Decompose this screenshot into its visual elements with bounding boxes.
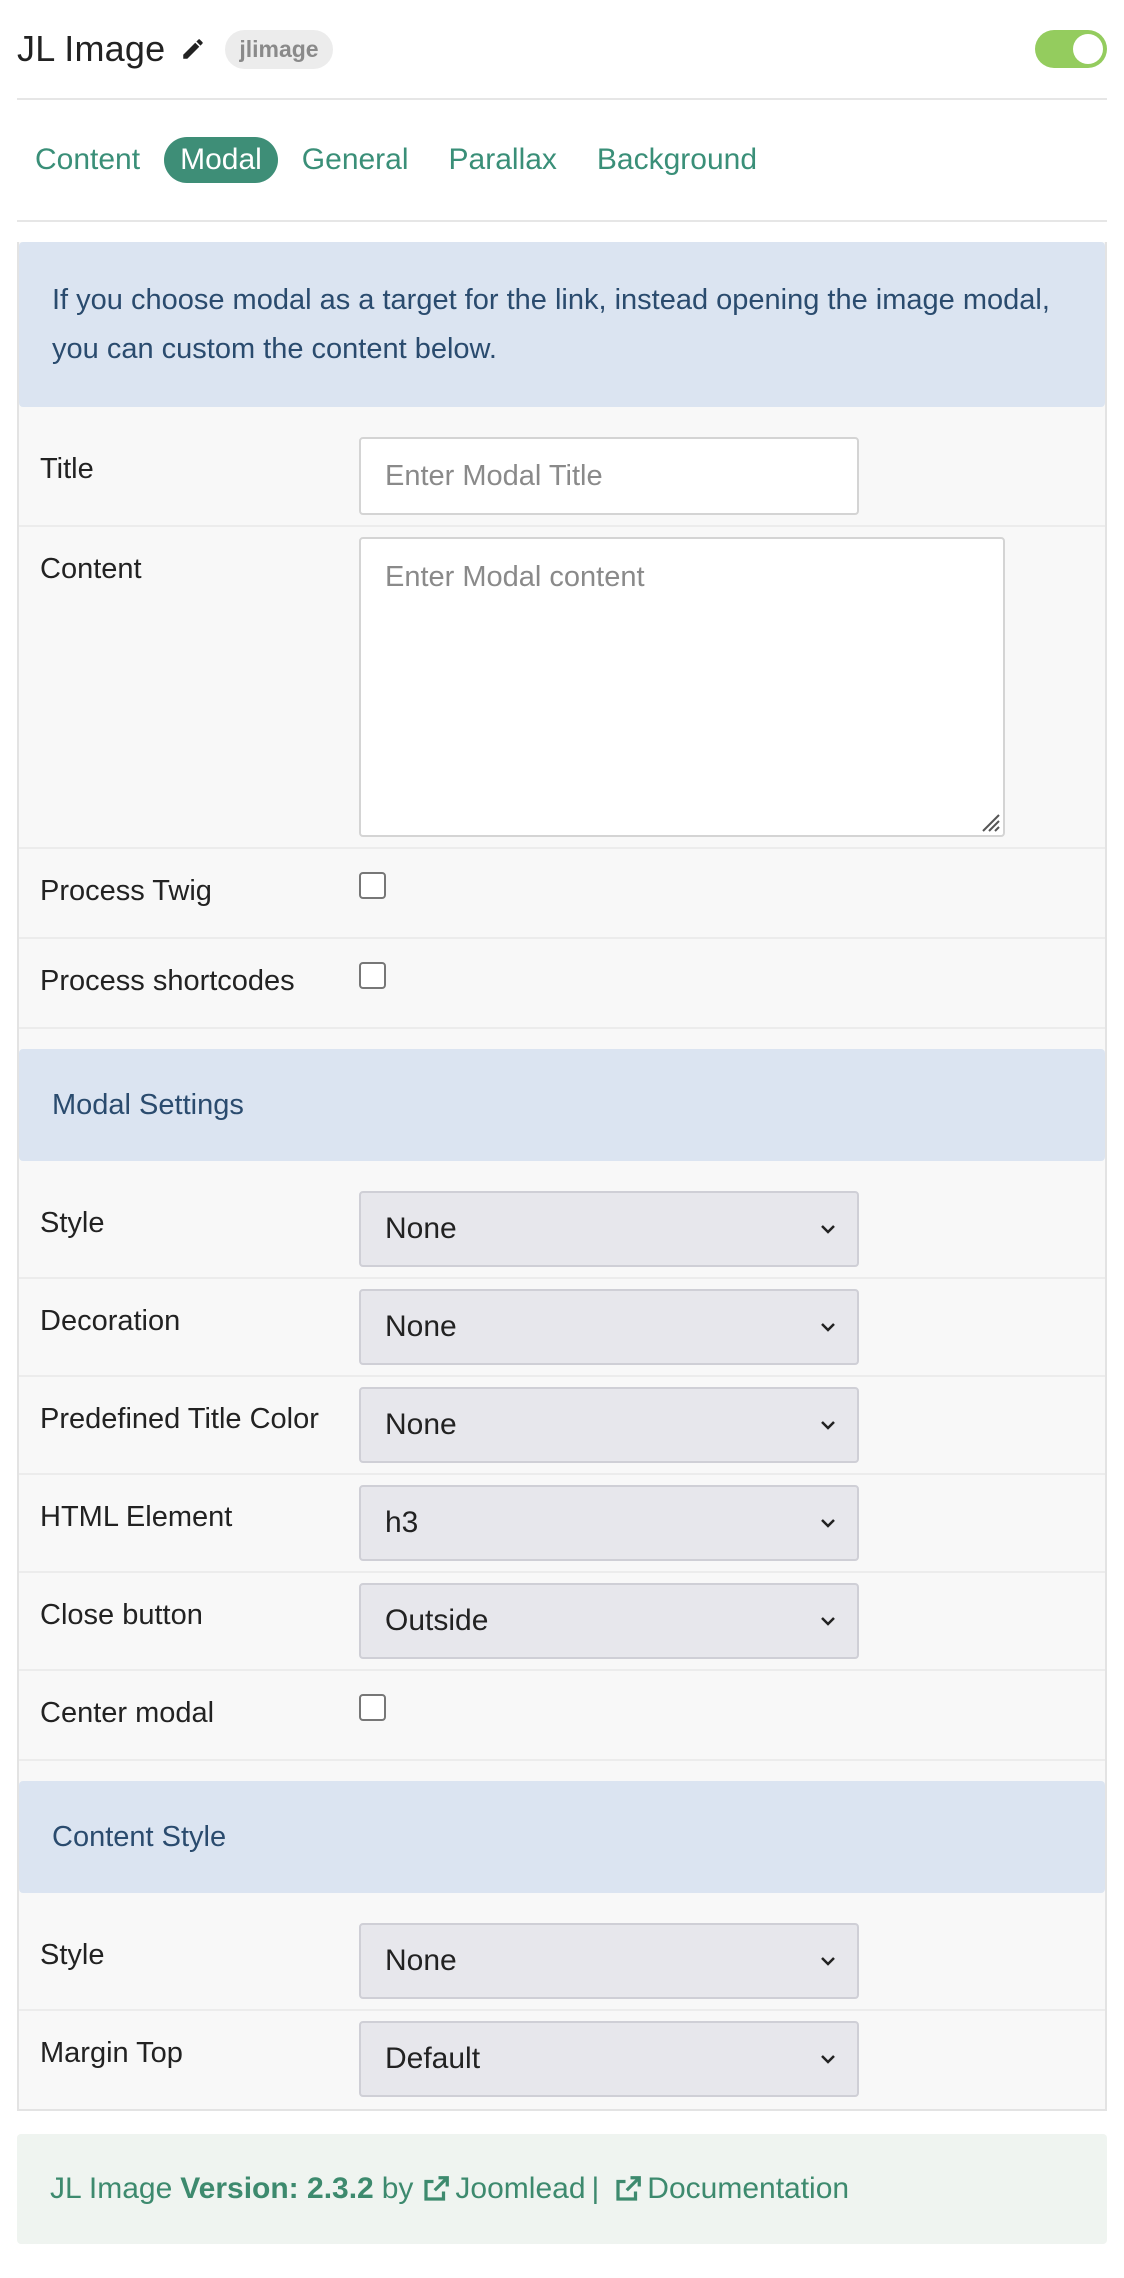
margin-top-row: Margin Top Default (19, 2011, 1105, 2109)
tab-parallax[interactable]: Parallax (433, 137, 573, 183)
info-alert: If you choose modal as a target for the … (19, 242, 1105, 407)
modal-settings-heading: Modal Settings (19, 1049, 1105, 1161)
tab-general[interactable]: General (286, 137, 425, 183)
element-settings-page: JL Image jlimage Content Modal General P… (0, 0, 1124, 2278)
footer-separator: | (591, 2172, 600, 2205)
process-shortcodes-label: Process shortcodes (40, 965, 295, 997)
decoration-label: Decoration (40, 1305, 181, 1337)
html-element-value: h3 (385, 1506, 419, 1539)
process-twig-row: Process Twig (19, 849, 1105, 939)
external-link-icon (424, 2176, 450, 2201)
element-header: JL Image jlimage (17, 0, 1107, 100)
content-textarea-wrap (359, 537, 1005, 837)
center-modal-control (359, 1694, 1105, 1726)
style-label: Style (40, 1207, 105, 1239)
title-color-value: None (385, 1408, 457, 1441)
documentation-link[interactable]: Documentation (605, 2172, 849, 2206)
close-button-select[interactable]: Outside (359, 1583, 859, 1659)
chevron-down-icon (821, 1323, 835, 1332)
chevron-down-icon (821, 2055, 835, 2064)
close-button-control: Outside (359, 1583, 1105, 1659)
footer-app-name: JL Image (50, 2172, 173, 2205)
margin-top-control: Default (359, 2021, 1105, 2097)
close-button-label: Close button (40, 1599, 203, 1631)
process-twig-control (359, 872, 1105, 904)
external-link-icon (616, 2176, 642, 2201)
decoration-row: Decoration None (19, 1279, 1105, 1377)
chevron-down-icon (821, 1957, 835, 1966)
title-control (359, 437, 1105, 515)
style-row: Style None (19, 1181, 1105, 1279)
content-row: Content (19, 527, 1105, 849)
toggle-knob (1073, 34, 1103, 64)
process-twig-checkbox[interactable] (359, 872, 386, 899)
element-slug-badge: jlimage (225, 29, 333, 69)
decoration-control: None (359, 1289, 1105, 1365)
margin-top-label: Margin Top (40, 2037, 183, 2069)
title-label: Title (40, 453, 94, 485)
enable-toggle[interactable] (1035, 30, 1107, 68)
content-style-select[interactable]: None (359, 1923, 859, 1999)
content-style-label: Style (40, 1939, 105, 1971)
close-button-value: Outside (385, 1604, 489, 1637)
chevron-down-icon (821, 1519, 835, 1528)
process-shortcodes-checkbox[interactable] (359, 962, 386, 989)
author-link[interactable]: Joomlead (413, 2172, 586, 2206)
content-style-row: Style None (19, 1913, 1105, 2011)
title-row: Title (19, 427, 1105, 527)
author-link-label: Joomlead (455, 2172, 586, 2205)
element-title: JL Image (17, 28, 166, 69)
process-shortcodes-row: Process shortcodes (19, 939, 1105, 1029)
decoration-select[interactable]: None (359, 1289, 859, 1365)
center-modal-row: Center modal (19, 1671, 1105, 1761)
process-shortcodes-control (359, 962, 1105, 994)
chevron-down-icon (821, 1225, 835, 1234)
title-color-row: Predefined Title Color None (19, 1377, 1105, 1475)
process-twig-label: Process Twig (40, 875, 212, 907)
close-button-row: Close button Outside (19, 1573, 1105, 1671)
title-color-label: Predefined Title Color (40, 1403, 319, 1435)
modal-style-select[interactable]: None (359, 1191, 859, 1267)
modal-tab-panel: If you choose modal as a target for the … (17, 242, 1107, 2111)
margin-top-select[interactable]: Default (359, 2021, 859, 2097)
content-style-heading: Content Style (19, 1781, 1105, 1893)
chevron-down-icon (821, 1421, 835, 1430)
modal-title-input[interactable] (359, 437, 859, 515)
center-modal-checkbox[interactable] (359, 1694, 386, 1721)
content-control (359, 537, 1105, 837)
html-element-select[interactable]: h3 (359, 1485, 859, 1561)
title-color-select[interactable]: None (359, 1387, 859, 1463)
version-footer: JL Image Version: 2.3.2 by Joomlead | Do… (17, 2134, 1107, 2244)
decoration-value: None (385, 1310, 457, 1343)
tab-content[interactable]: Content (19, 137, 156, 183)
footer-version: Version: 2.3.2 (180, 2172, 374, 2205)
modal-style-value: None (385, 1212, 457, 1245)
pencil-icon[interactable] (177, 33, 209, 65)
center-modal-label: Center modal (40, 1697, 215, 1729)
resize-grip-icon[interactable] (977, 809, 1001, 833)
tab-modal[interactable]: Modal (164, 137, 278, 183)
html-element-row: HTML Element h3 (19, 1475, 1105, 1573)
content-style-control: None (359, 1923, 1105, 1999)
html-element-label: HTML Element (40, 1501, 233, 1533)
margin-top-value: Default (385, 2042, 481, 2075)
modal-content-textarea[interactable] (359, 537, 1005, 837)
style-control: None (359, 1191, 1105, 1267)
content-label: Content (40, 553, 142, 585)
tab-background[interactable]: Background (581, 137, 773, 183)
chevron-down-icon (821, 1617, 835, 1626)
footer-by: by (381, 2172, 414, 2205)
html-element-control: h3 (359, 1485, 1105, 1561)
tab-bar: Content Modal General Parallax Backgroun… (17, 100, 1107, 222)
documentation-link-label: Documentation (647, 2172, 850, 2205)
content-style-value: None (385, 1944, 457, 1977)
title-color-control: None (359, 1387, 1105, 1463)
